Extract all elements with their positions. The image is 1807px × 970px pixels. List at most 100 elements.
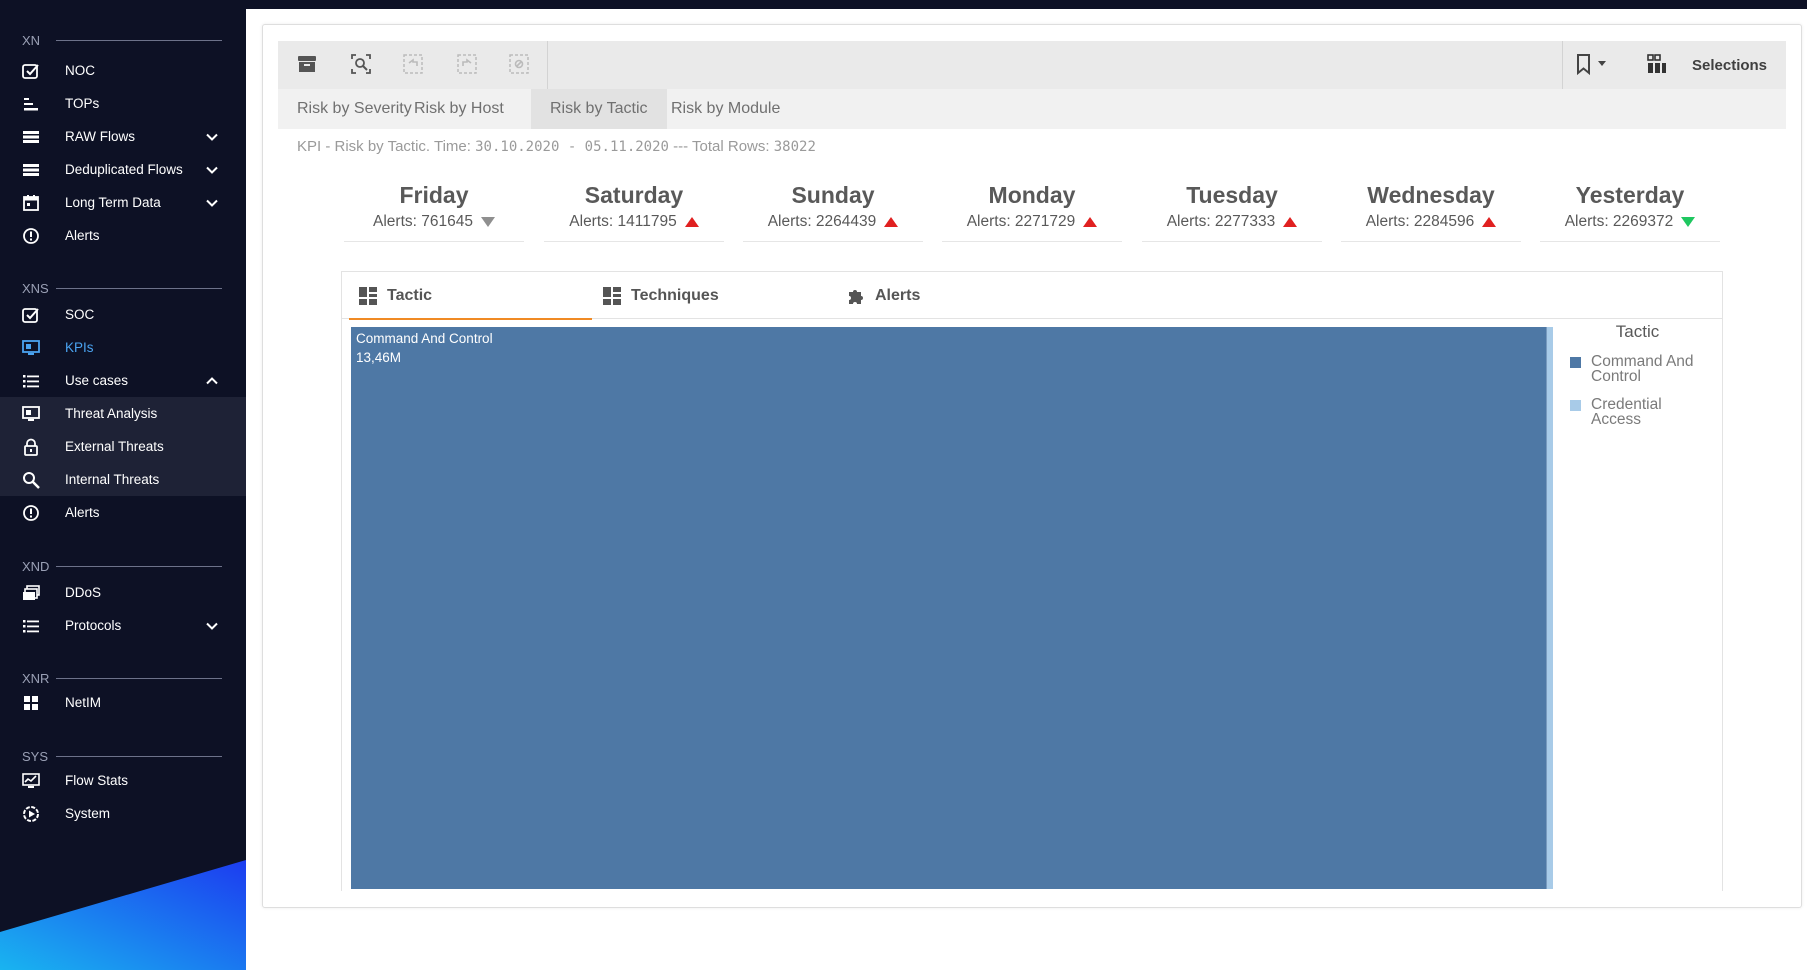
trend-up-icon [1283, 217, 1298, 227]
section-header-xn: XN [22, 32, 222, 48]
selections-button[interactable]: Selections [1692, 57, 1767, 74]
treemap-cell-label: Command And Control [356, 331, 493, 346]
bar-list-icon [22, 95, 40, 113]
sidebar-item-raw-flows[interactable]: RAW Flows [0, 120, 246, 153]
dashboard-icon [22, 306, 40, 324]
trend-up-icon [684, 217, 699, 227]
kpi-alerts-value: Alerts: 2271729 [966, 213, 1076, 230]
kpi-title: KPI - Risk by Tactic. Time: 30.10.2020 -… [297, 138, 816, 155]
trend-up-icon [1482, 217, 1497, 227]
bookmark-dropdown-icon[interactable] [1572, 51, 1612, 77]
sidebar-item-label: External Threats [65, 439, 164, 454]
kpi-card-wednesday[interactable]: Wednesday Alerts: 2284596 [1341, 180, 1521, 242]
chevron-down-icon[interactable] [205, 163, 219, 177]
toolbar-divider [547, 41, 548, 89]
kpi-card-saturday[interactable]: Saturday Alerts: 1411795 [544, 180, 724, 242]
chevron-down-icon[interactable] [205, 196, 219, 210]
sidebar-item-protocols[interactable]: Protocols [0, 609, 246, 642]
treemap-chart: Command And Control 13,46M [351, 327, 1553, 889]
chart-tab-tactic[interactable]: Tactic [348, 273, 593, 320]
sidebar-item-external-threats[interactable]: External Threats [0, 430, 246, 463]
sidebar-item-noc[interactable]: NOC [0, 54, 246, 87]
kpi-card-friday[interactable]: Friday Alerts: 761645 [344, 180, 524, 242]
sidebar-item-tops[interactable]: TOPs [0, 87, 246, 120]
treemap-cell-command-and-control[interactable] [351, 327, 1547, 889]
kpi-value-row: Alerts: 761645 [344, 210, 524, 234]
kpi-day-label: Sunday [791, 182, 875, 208]
chart-tab-label: Tactic [387, 287, 433, 304]
toolbar [278, 41, 1786, 89]
sheet-tabs: Risk by Severity Risk by Host Risk by Tact… [278, 89, 1786, 129]
sidebar-item-use-cases[interactable]: Use cases [0, 364, 246, 397]
trend-up-icon [884, 217, 899, 227]
lock-icon [22, 438, 40, 456]
tab-risk-by-host[interactable]: Risk by Host [395, 89, 523, 129]
top-strip [246, 0, 1807, 9]
sidebar-item-label: SOC [65, 307, 95, 322]
chart-tab-techniques[interactable]: Techniques [603, 273, 719, 319]
tab-risk-by-module[interactable]: Risk by Module [652, 89, 799, 129]
kpi-day-label: Yesterday [1575, 182, 1685, 208]
kpi-card-yesterday[interactable]: Yesterday Alerts: 2269372 [1540, 180, 1720, 242]
kpi-day-label: Wednesday [1367, 182, 1495, 208]
calendar-icon [22, 194, 40, 212]
chart-tab-label: Techniques [631, 287, 719, 304]
sidebar-item-soc[interactable]: SOC [0, 298, 246, 331]
step-back-icon[interactable] [400, 51, 426, 77]
sidebar-item-system[interactable]: System [0, 797, 246, 830]
chevron-down-icon[interactable] [205, 619, 219, 633]
tab-risk-by-tactic[interactable]: Risk by Tactic [531, 89, 667, 129]
chart-tabs: Tactic Techniques Alerts [341, 273, 1723, 320]
sidebar-item-long-term-data[interactable]: Long Term Data [0, 186, 246, 219]
clear-selections-icon[interactable] [506, 51, 532, 77]
sidebar-item-alerts[interactable]: Alerts [0, 219, 246, 252]
smart-search-icon[interactable] [348, 51, 374, 77]
sidebar-item-kpis[interactable]: KPIs [0, 331, 246, 364]
sidebar: XN XNS XND XNR SYS NOC TOPs RAW Flows Deduplicat… [0, 0, 246, 970]
selections-grid-icon[interactable] [1644, 51, 1670, 77]
sidebar-item-ddos[interactable]: DDoS [0, 576, 246, 609]
archive-icon[interactable] [294, 51, 320, 77]
chevron-up-icon[interactable] [205, 374, 219, 388]
list-icon [22, 128, 40, 146]
kpi-time-range: 30.10.2020 - 05.11.2020 [475, 139, 669, 155]
monitor-icon [22, 405, 40, 423]
legend-item-credential-access[interactable]: Credential Access [1570, 397, 1711, 427]
kpi-value-row: Alerts: 1411795 [544, 210, 724, 234]
sidebar-item-alerts[interactable]: Alerts [0, 496, 246, 529]
sidebar-item-internal-threats[interactable]: Internal Threats [0, 463, 246, 496]
chevron-down-icon[interactable] [205, 130, 219, 144]
toolbar-divider [1562, 41, 1563, 89]
sidebar-item-threat-analysis[interactable]: Threat Analysis [0, 397, 246, 430]
sidebar-item-flow-stats[interactable]: Flow Stats [0, 764, 246, 797]
legend-swatch [1570, 400, 1581, 411]
sidebar-item-label: KPIs [65, 340, 94, 355]
legend-item-command-and-control[interactable]: Command And Control [1570, 354, 1711, 384]
chart-tab-label: Alerts [875, 287, 921, 304]
sidebar-item-label: NOC [65, 63, 95, 78]
kpi-day-label: Friday [399, 182, 469, 208]
kpi-card-monday[interactable]: Monday Alerts: 2271729 [942, 180, 1122, 242]
bullet-list-icon [22, 617, 40, 635]
section-label: XND [22, 558, 50, 574]
section-divider [56, 565, 222, 567]
kpi-value-row: Alerts: 2277333 [1142, 210, 1322, 234]
kpi-alerts-value: Alerts: 2264439 [767, 213, 877, 230]
kpi-card-tuesday[interactable]: Tuesday Alerts: 2277333 [1142, 180, 1322, 242]
treemap-cell-value: 13,46M [356, 350, 401, 365]
treemap-cell-credential-access[interactable] [1546, 327, 1553, 889]
kpi-alerts-value: Alerts: 2269372 [1564, 213, 1674, 230]
legend-label: Command And Control [1591, 353, 1694, 385]
sidebar-item-label: Deduplicated Flows [65, 162, 183, 177]
sidebar-item-netim[interactable]: NetIM [0, 686, 246, 719]
step-forward-icon[interactable] [454, 51, 480, 77]
grid-icon [22, 694, 40, 712]
kpi-card-sunday[interactable]: Sunday Alerts: 2264439 [743, 180, 923, 242]
chart-tab-alerts[interactable]: Alerts [847, 273, 920, 319]
sidebar-item-label: Internal Threats [65, 472, 160, 487]
legend-label: Credential Access [1591, 396, 1662, 428]
sidebar-item-deduplicated-flows[interactable]: Deduplicated Flows [0, 153, 246, 186]
kpi-alerts-value: Alerts: 2284596 [1365, 213, 1475, 230]
section-header-sys: SYS [22, 748, 222, 764]
list-icon [22, 161, 40, 179]
